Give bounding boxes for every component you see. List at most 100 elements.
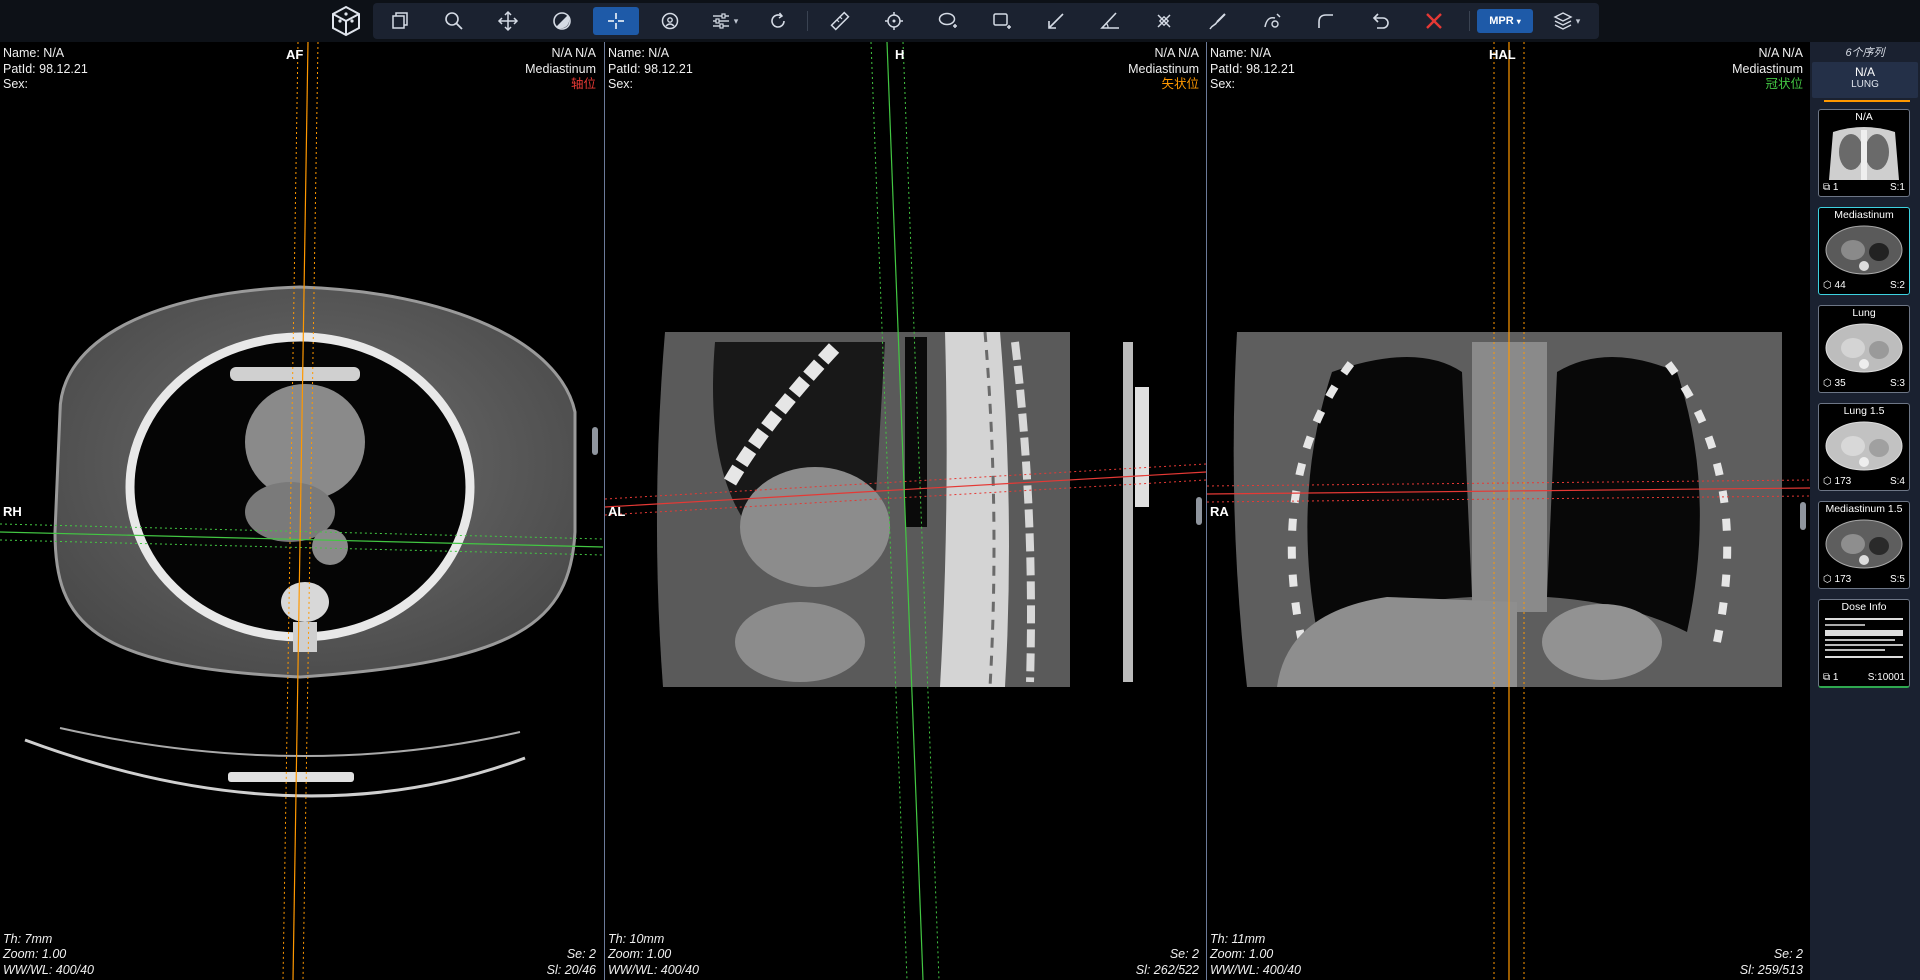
- image-count: ⬡ 173: [1823, 476, 1852, 487]
- series-info-overlay: N/A N/A Mediastinum 冠状位: [1732, 46, 1803, 93]
- series-thumbnail[interactable]: Lung ⬡ 35 S:3: [1818, 305, 1910, 393]
- series-panel: 6个序列 N/A LUNG N/A ⧉ 1 S:1 Mediastinum ⬡ …: [1810, 42, 1920, 980]
- series-number: Se: 2: [1169, 947, 1199, 961]
- slice-number: Sl: 259/513: [1739, 962, 1803, 977]
- pan-move-icon[interactable]: [485, 7, 531, 35]
- orientation-top: H: [895, 47, 905, 62]
- series-info-overlay: N/A N/A Mediastinum 轴位: [525, 46, 596, 93]
- coronal-ct-image: [1207, 42, 1810, 980]
- study-info: N/A N/A: [1154, 46, 1199, 60]
- series-number: S:4: [1889, 476, 1905, 487]
- eraser-icon[interactable]: [1141, 7, 1187, 35]
- image-count: ⧉ 1: [1823, 182, 1839, 193]
- thumbnail-name: Dose Info: [1841, 601, 1887, 613]
- clear-x-icon[interactable]: [1411, 7, 1457, 35]
- axial-thumbnail-image: [1823, 220, 1905, 278]
- series-number: S:3: [1889, 378, 1905, 389]
- image-count: ⧉ 1: [1823, 672, 1839, 683]
- window-level-contrast-icon[interactable]: [539, 7, 585, 35]
- series-description: Mediastinum: [1128, 61, 1199, 76]
- ruler-icon[interactable]: [817, 7, 863, 35]
- axial-thumbnail-image: [1823, 416, 1905, 474]
- study-info: N/A N/A: [551, 46, 596, 60]
- series-header[interactable]: N/A LUNG: [1812, 62, 1918, 98]
- plane-label: 矢状位: [1161, 77, 1199, 91]
- image-count-value: 173: [1834, 476, 1852, 487]
- image-params-overlay: Th: 7mm Zoom: 1.00 WW/WL: 400/40: [3, 932, 94, 979]
- series-number: Se: 2: [566, 947, 596, 961]
- patient-sex: Sex:: [3, 77, 29, 91]
- series-thumbnail[interactable]: N/A ⧉ 1 S:1: [1818, 109, 1910, 197]
- chevron-down-icon: ▾: [1516, 16, 1521, 26]
- undo-icon[interactable]: [1357, 7, 1403, 35]
- thumbnail-name: Mediastinum: [1834, 209, 1894, 221]
- series-thumbnail[interactable]: Dose Info ⧉ 1 S:10001: [1818, 599, 1910, 688]
- series-thumbnail[interactable]: Lung 1.5 ⬡ 173 S:4: [1818, 403, 1910, 491]
- layers-icon[interactable]: ▾: [1543, 7, 1589, 35]
- series-number: S:5: [1889, 574, 1905, 585]
- thumbnail-name: N/A: [1855, 111, 1873, 123]
- freehand-pen-icon[interactable]: [1195, 7, 1241, 35]
- plane-label: 轴位: [570, 77, 596, 91]
- copy-layers-icon[interactable]: [377, 7, 423, 35]
- thumbnail-name: Lung 1.5: [1843, 405, 1885, 417]
- curve-icon[interactable]: [1303, 7, 1349, 35]
- axial-thumbnail-image: [1823, 514, 1905, 572]
- mpr-label: MPR: [1489, 15, 1514, 27]
- series-thumbnail[interactable]: Mediastinum ⬡ 44 S:2: [1818, 207, 1910, 295]
- window-level: WW/WL: 400/40: [1210, 962, 1301, 977]
- zoom-level: Zoom: 1.00: [608, 947, 672, 961]
- sliders-adjust-icon[interactable]: ▾: [701, 7, 747, 35]
- refresh-rotate-icon[interactable]: [755, 7, 801, 35]
- viewport-coronal[interactable]: Name: N/A PatId: 98.12.21 Sex: N/A N/A M…: [1206, 42, 1810, 980]
- study-info: N/A N/A: [1758, 46, 1803, 60]
- image-params-overlay: Th: 10mm Zoom: 1.00 WW/WL: 400/40: [608, 932, 699, 979]
- series-description: Mediastinum: [1732, 61, 1803, 76]
- angle-icon[interactable]: [1087, 7, 1133, 35]
- toolbar-divider: [1469, 11, 1470, 31]
- zoom-level: Zoom: 1.00: [1210, 947, 1274, 961]
- target-point-icon[interactable]: [871, 7, 917, 35]
- series-number: S:1: [1889, 182, 1905, 193]
- series-description: Mediastinum: [525, 61, 596, 76]
- image-params-overlay: Th: 11mm Zoom: 1.00 WW/WL: 400/40: [1210, 932, 1301, 979]
- series-thumbnail[interactable]: Mediastinum 1.5 ⬡ 173 S:5: [1818, 501, 1910, 589]
- mpr-dropdown-button[interactable]: MPR ▾: [1477, 9, 1533, 33]
- chevron-down-icon: ▾: [1575, 15, 1581, 26]
- spline-pen-icon[interactable]: [1249, 7, 1295, 35]
- slice-scroll-handle[interactable]: [592, 427, 598, 455]
- thumbnail-name: Mediastinum 1.5: [1825, 503, 1903, 515]
- plane-label: 冠状位: [1765, 77, 1803, 91]
- orientation-left: AL: [608, 504, 626, 519]
- orientation-top: HAL: [1489, 47, 1516, 62]
- image-count-value: 1: [1832, 672, 1839, 683]
- ellipse-roi-icon[interactable]: [925, 7, 971, 35]
- series-count: 6个序列: [1845, 47, 1885, 59]
- crosshair-icon[interactable]: [593, 7, 639, 35]
- window-level: WW/WL: 400/40: [608, 962, 699, 977]
- image-count-value: 173: [1834, 574, 1852, 585]
- patient-info-overlay: Name: N/A PatId: 98.12.21 Sex:: [608, 46, 693, 93]
- toolbar-divider: [807, 11, 808, 31]
- rotate-3d-icon[interactable]: [647, 7, 693, 35]
- slice-scroll-handle[interactable]: [1196, 497, 1202, 525]
- patient-name: Name: N/A: [1210, 46, 1272, 60]
- slice-scroll-handle[interactable]: [1800, 502, 1806, 530]
- zoom-magnifier-icon[interactable]: [431, 7, 477, 35]
- main-toolbar: ▾ MPR ▾ ▾: [0, 0, 1920, 42]
- slice-thickness: Th: 10mm: [608, 931, 665, 946]
- thumbnail-name: Lung: [1852, 307, 1876, 319]
- viewport-sagittal[interactable]: Name: N/A PatId: 98.12.21 Sex: N/A N/A M…: [604, 42, 1206, 980]
- image-count-value: 1: [1832, 182, 1839, 193]
- arrow-annotate-icon[interactable]: [1033, 7, 1079, 35]
- viewport-axial[interactable]: Name: N/A PatId: 98.12.21 Sex: N/A N/A M…: [0, 42, 603, 980]
- orientation-top: AF: [286, 47, 304, 62]
- slice-info-overlay: Se: 2 Sl: 262/522: [1136, 947, 1199, 978]
- slice-info-overlay: Se: 2 Sl: 20/46: [547, 947, 596, 978]
- cube-logo-icon[interactable]: [329, 4, 363, 38]
- rectangle-roi-icon[interactable]: [979, 7, 1025, 35]
- window-level: WW/WL: 400/40: [3, 962, 94, 977]
- slice-info-overlay: Se: 2 Sl: 259/513: [1740, 947, 1803, 978]
- image-count-value: 44: [1834, 280, 1846, 291]
- axial-ct-image: [0, 42, 603, 980]
